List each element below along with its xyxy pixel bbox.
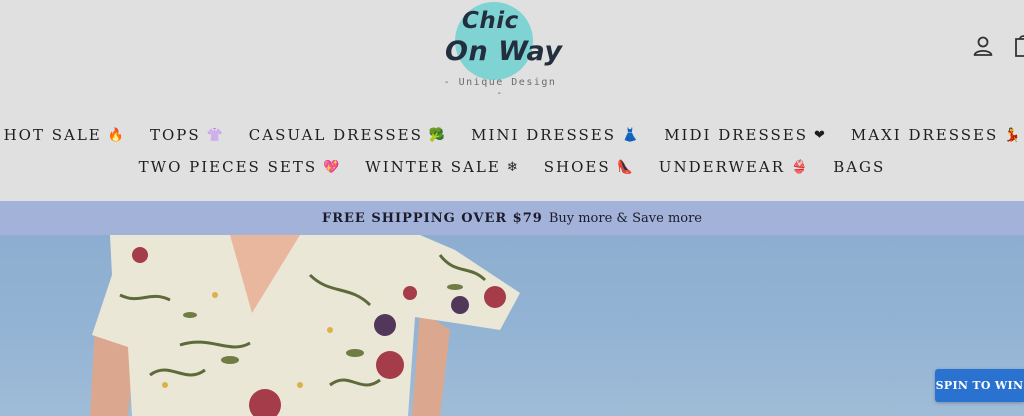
nav-row-primary: HOT SALE 🔥 TOPS 👚 CASUAL DRESSES 🥦 MINI DRESSE… bbox=[0, 126, 1024, 144]
logo-text-line2: On Way bbox=[445, 36, 563, 67]
nav-item-label: CASUAL DRESSES bbox=[248, 126, 423, 144]
nav-item-maxi-dresses[interactable]: MAXI DRESSES 💃 bbox=[851, 126, 1021, 144]
cart-icon[interactable] bbox=[1012, 34, 1024, 58]
announcement-bar: FREE SHIPPING OVER $79 Buy more & Save m… bbox=[0, 201, 1024, 235]
announcement-text: Buy more & Save more bbox=[548, 210, 703, 226]
hero-banner[interactable] bbox=[0, 235, 1024, 416]
nav-item-label: MAXI DRESSES bbox=[850, 126, 999, 144]
nav-item-underwear[interactable]: UNDERWEAR 👙 bbox=[659, 158, 807, 176]
nav-item-emoji-icon: 👚 bbox=[206, 127, 223, 143]
nav-item-shoes[interactable]: SHOES 👠 bbox=[544, 158, 633, 176]
nav-item-emoji-icon: 🔥 bbox=[107, 127, 124, 143]
nav-item-label: TOPS bbox=[149, 126, 201, 144]
nav-item-emoji-icon: 💃 bbox=[1004, 127, 1021, 143]
nav-item-winter-sale[interactable]: WINTER SALE ❄ bbox=[365, 158, 517, 176]
announcement-highlight: FREE SHIPPING OVER $79 bbox=[321, 210, 543, 226]
logo-tagline: - Unique Design - bbox=[443, 77, 557, 99]
site-header: Chic On Way - Unique Design - HOT SALE 🔥 T… bbox=[0, 0, 1024, 201]
nav-item-mini-dresses[interactable]: MINI DRESSES 👗 bbox=[471, 126, 638, 144]
nav-item-label: WINTER SALE bbox=[365, 158, 501, 176]
nav-item-label: UNDERWEAR bbox=[658, 158, 785, 176]
nav-item-midi-dresses[interactable]: MIDI DRESSES ❤ bbox=[664, 126, 825, 144]
nav-item-emoji-icon: ❤ bbox=[813, 127, 825, 143]
nav-item-label: BAGS bbox=[833, 158, 886, 176]
nav-item-two-pieces-sets[interactable]: TWO PIECES SETS 💖 bbox=[139, 158, 340, 176]
nav-item-emoji-icon: 👠 bbox=[616, 159, 633, 175]
logo[interactable]: Chic On Way - Unique Design - bbox=[438, 2, 563, 99]
spin-to-win-button[interactable]: SPIN TO WIN bbox=[935, 369, 1024, 402]
nav-item-emoji-icon: 👗 bbox=[622, 127, 639, 143]
nav-item-label: TWO PIECES SETS bbox=[138, 158, 318, 176]
nav-item-emoji-icon: 👙 bbox=[791, 159, 808, 175]
nav-item-hot-sale[interactable]: HOT SALE 🔥 bbox=[4, 126, 124, 144]
nav-item-label: HOT SALE bbox=[3, 126, 102, 144]
hero-image bbox=[90, 235, 520, 416]
nav-item-bags[interactable]: BAGS bbox=[833, 158, 885, 176]
nav-item-emoji-icon: 💖 bbox=[323, 159, 340, 175]
nav-item-label: MINI DRESSES bbox=[471, 126, 616, 144]
nav-item-tops[interactable]: TOPS 👚 bbox=[150, 126, 223, 144]
logo-text-line1: Chic bbox=[462, 8, 519, 34]
user-icon[interactable] bbox=[971, 34, 995, 58]
nav-item-emoji-icon: 🥦 bbox=[428, 127, 446, 143]
nav-item-label: MIDI DRESSES bbox=[664, 126, 808, 144]
nav-item-casual-dresses[interactable]: CASUAL DRESSES 🥦 bbox=[249, 126, 445, 144]
nav-row-secondary: TWO PIECES SETS 💖 WINTER SALE ❄ SHOES 👠 UNDERW… bbox=[0, 158, 1024, 176]
nav-item-emoji-icon: ❄ bbox=[506, 159, 518, 175]
nav-item-label: SHOES bbox=[543, 158, 611, 176]
